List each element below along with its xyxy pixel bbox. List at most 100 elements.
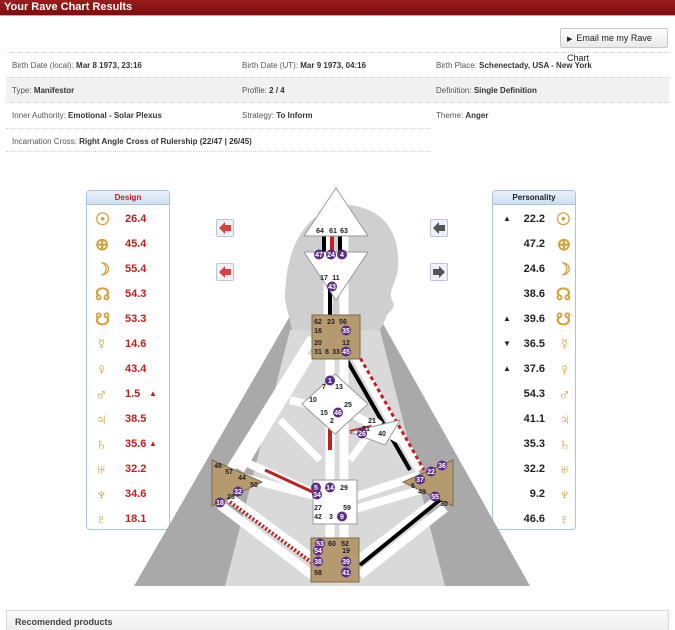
gate-33-label: 33 bbox=[332, 349, 340, 356]
gate-34-label: 34 bbox=[313, 492, 321, 499]
gate-47-label: 47 bbox=[315, 252, 323, 259]
gate-4-label: 4 bbox=[340, 252, 344, 259]
gate-22-label: 22 bbox=[427, 469, 435, 476]
gate-42-label: 42 bbox=[314, 514, 322, 521]
authority-value: Inner Authority: Emotional - Solar Plexu… bbox=[12, 111, 162, 120]
mars-icon: ♂ bbox=[95, 385, 108, 404]
theme-value: Theme: Anger bbox=[436, 111, 489, 120]
info-row-authority: Inner Authority: Emotional - Solar Plexu… bbox=[6, 102, 669, 127]
gate-59-label: 59 bbox=[343, 505, 351, 512]
mercury-icon: ☿ bbox=[558, 335, 571, 354]
saturn-icon: ♄ bbox=[558, 435, 571, 454]
neptune-icon: ♆ bbox=[558, 485, 571, 504]
gate-28-label: 28 bbox=[227, 494, 235, 501]
north-node-icon: ☊ bbox=[555, 285, 571, 304]
uranus-icon: ♅ bbox=[558, 460, 571, 479]
gate-35-label: 35 bbox=[342, 328, 350, 335]
gate-26-label: 26 bbox=[358, 431, 366, 438]
pluto-icon: ♇ bbox=[558, 510, 571, 529]
gate-11-label: 11 bbox=[332, 275, 340, 282]
info-row-birth: Birth Date (local): Mar 8 1973, 23:16 Bi… bbox=[6, 52, 669, 77]
earth-icon: ⊕ bbox=[95, 235, 110, 254]
recommended-products-label: Recomended products bbox=[15, 617, 113, 627]
gate-39-label: 39 bbox=[342, 559, 350, 566]
gate-23-label: 23 bbox=[327, 319, 335, 326]
gate-44-label: 44 bbox=[238, 475, 246, 482]
gate-54-label: 54 bbox=[314, 548, 322, 555]
gate-50-label: 50 bbox=[250, 482, 258, 489]
north-node-icon: ☊ bbox=[95, 285, 111, 304]
pluto-icon: ♇ bbox=[95, 510, 108, 529]
gate-2-label: 2 bbox=[330, 418, 334, 425]
venus-icon: ♀ bbox=[95, 360, 108, 379]
gate-60-label: 60 bbox=[328, 541, 336, 548]
moon-icon: ☽ bbox=[95, 260, 111, 279]
gate-1-label: 1 bbox=[328, 378, 332, 385]
gate-27-label: 27 bbox=[314, 505, 322, 512]
jupiter-icon: ♃ bbox=[95, 410, 108, 429]
recommended-products-bar[interactable]: Recomended products bbox=[6, 610, 669, 630]
uranus-icon: ♅ bbox=[95, 460, 108, 479]
south-node-icon: ☋ bbox=[95, 310, 111, 329]
profile-value: Profile: 2 / 4 bbox=[242, 86, 285, 95]
gate-41-label: 41 bbox=[342, 570, 350, 577]
gate-21-label: 21 bbox=[368, 418, 376, 425]
info-row-type: Type: Manifestor Profile: 2 / 4 Definiti… bbox=[6, 77, 669, 102]
strategy-value: Strategy: To Inform bbox=[242, 111, 313, 120]
gate-37-label: 37 bbox=[416, 477, 424, 484]
gate-7-label: 7 bbox=[322, 384, 326, 391]
gate-29-label: 29 bbox=[340, 485, 348, 492]
gate-18-label: 18 bbox=[216, 500, 224, 507]
bodygraph: 64 61 6347 24 417 114362 23 5616 3520 1231 8 33 4517… bbox=[134, 187, 530, 586]
gate-49-label: 49 bbox=[418, 489, 426, 496]
gate-32-label: 32 bbox=[234, 489, 242, 496]
gate-14-label: 14 bbox=[326, 485, 334, 492]
gate-25-label: 25 bbox=[344, 402, 352, 409]
gate-38-label: 38 bbox=[314, 559, 322, 566]
mars-icon: ♂ bbox=[558, 385, 571, 404]
page-title: Your Rave Chart Results bbox=[0, 0, 675, 16]
play-arrow-icon: ▶ bbox=[567, 36, 573, 43]
gate-6-label: 6 bbox=[411, 483, 415, 490]
gate-12-label: 12 bbox=[342, 340, 350, 347]
gate-56-label: 56 bbox=[339, 319, 347, 326]
gate-9-label: 9 bbox=[340, 514, 344, 521]
gate-57-label: 57 bbox=[225, 469, 233, 476]
birth-date-local: Birth Date (local): Mar 8 1973, 23:16 bbox=[12, 61, 142, 70]
gate-45-label: 45 bbox=[342, 349, 350, 356]
venus-icon: ♀ bbox=[558, 360, 571, 379]
sun-icon: ☉ bbox=[95, 210, 111, 229]
jupiter-icon: ♃ bbox=[558, 410, 571, 429]
gate-55-label: 55 bbox=[431, 494, 439, 501]
gate-36-label: 36 bbox=[438, 463, 446, 470]
south-node-icon: ☋ bbox=[555, 310, 571, 329]
gate-31-label: 31 bbox=[314, 349, 322, 356]
earth-icon: ⊕ bbox=[556, 235, 571, 254]
gate-20-label: 20 bbox=[314, 340, 322, 347]
gate-58-label: 58 bbox=[314, 570, 322, 577]
gate-16-label: 16 bbox=[314, 328, 322, 335]
gate-30-label: 30 bbox=[440, 501, 448, 508]
moon-icon: ☽ bbox=[555, 260, 571, 279]
gate-13-label: 13 bbox=[335, 384, 343, 391]
email-chart-button[interactable]: ▶ Email me my Rave Chart bbox=[560, 28, 668, 63]
incarnation-cross: Incarnation Cross: Right Angle Cross of … bbox=[6, 128, 430, 152]
gate-15-label: 15 bbox=[320, 410, 328, 417]
saturn-icon: ♄ bbox=[95, 435, 108, 454]
gate-52-label: 52 bbox=[341, 541, 349, 548]
gate-10-label: 10 bbox=[309, 397, 317, 404]
neptune-icon: ♆ bbox=[95, 485, 108, 504]
type-value: Type: Manifestor bbox=[12, 86, 75, 95]
gate-61-label: 61 bbox=[329, 228, 337, 235]
gate-48-label: 48 bbox=[214, 463, 222, 470]
gate-64-label: 64 bbox=[316, 228, 324, 235]
gate-19-label: 19 bbox=[342, 548, 350, 555]
rave-chart-page: Your Rave Chart Results ▶ Email me my Rav… bbox=[0, 0, 675, 630]
gate-63-label: 63 bbox=[340, 228, 348, 235]
gate-40-label: 40 bbox=[378, 431, 386, 438]
birth-place: Birth Place: Schenectady, USA - New York bbox=[436, 61, 592, 70]
gate-46-label: 46 bbox=[334, 410, 342, 417]
gate-3-label: 3 bbox=[329, 514, 333, 521]
gate-17-label: 17 bbox=[320, 275, 328, 282]
birth-date-utc: Birth Date (UT): Mar 9 1973, 04:16 bbox=[242, 61, 367, 70]
